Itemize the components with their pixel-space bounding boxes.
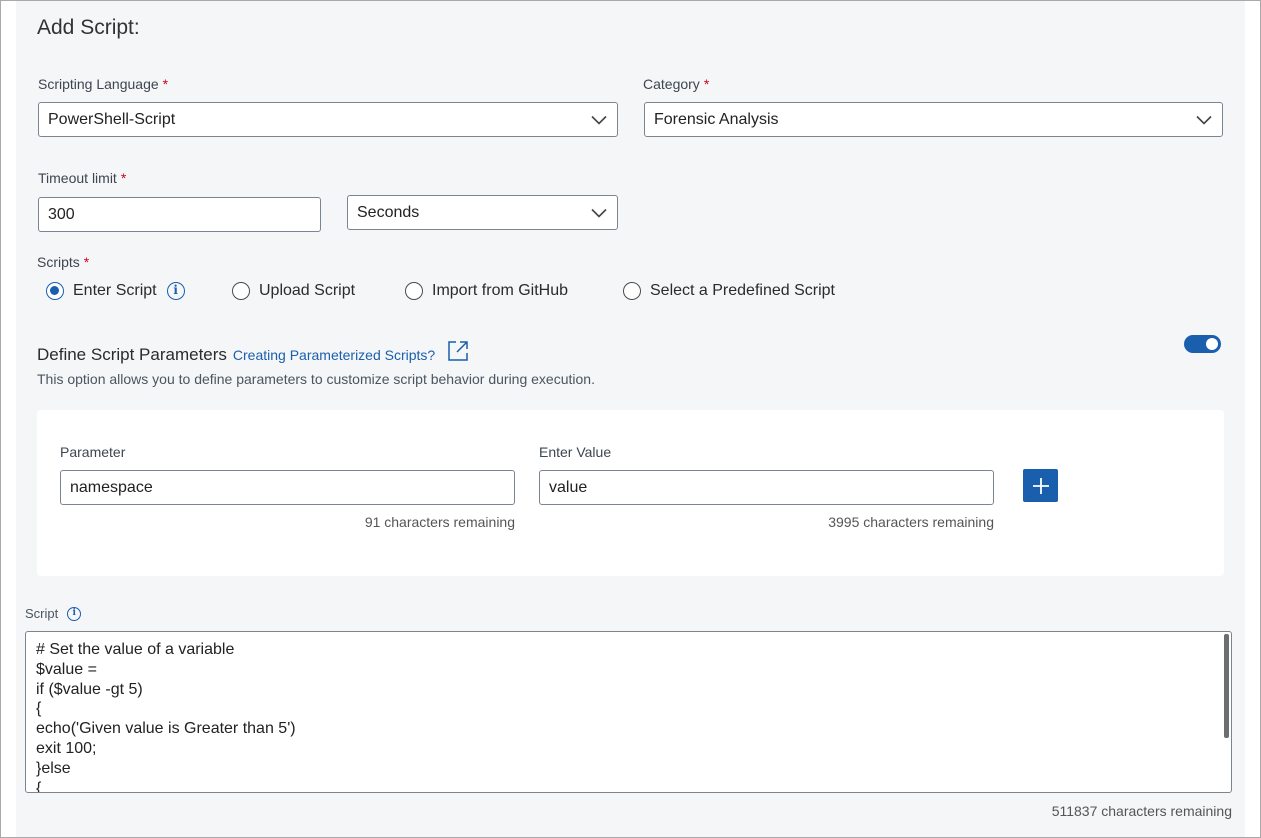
script-line: echo('Given value is Greater than 5')	[36, 720, 296, 738]
parameter-input-value: namespace	[70, 478, 153, 496]
radio-button[interactable]	[623, 282, 641, 300]
radio-predefined-script[interactable]: Select a Predefined Script	[623, 282, 835, 300]
define-params-title: Define Script Parameters	[37, 345, 227, 364]
timeout-input[interactable]: 300	[38, 197, 321, 232]
language-label: Scripting Language *	[38, 76, 169, 92]
parameter-input[interactable]: namespace	[60, 470, 515, 505]
script-line: if ($value -gt 5)	[36, 680, 143, 698]
scripts-label: Scripts *	[37, 254, 90, 270]
radio-button[interactable]	[232, 282, 250, 300]
category-label: Category *	[643, 76, 710, 92]
category-select[interactable]: Forensic Analysis	[644, 102, 1223, 137]
radio-import-github[interactable]: Import from GitHub	[405, 282, 568, 300]
info-icon[interactable]: i	[67, 606, 82, 621]
define-params-toggle[interactable]	[1184, 335, 1221, 353]
info-icon[interactable]: i	[166, 282, 185, 300]
radio-upload-script[interactable]: Upload Script	[232, 282, 355, 300]
external-link-icon[interactable]	[447, 340, 469, 362]
define-params-description: This option allows you to define paramet…	[37, 371, 595, 387]
chevron-down-icon	[591, 115, 607, 125]
plus-icon	[1032, 477, 1049, 494]
script-line: exit 100;	[36, 739, 97, 757]
script-line: # Set the value of a variable	[36, 641, 235, 658]
timeout-label: Timeout limit *	[38, 170, 127, 186]
category-select-value: Forensic Analysis	[654, 110, 779, 128]
script-line: {	[36, 779, 42, 793]
chevron-down-icon	[1196, 115, 1212, 125]
enter-value-label: Enter Value	[539, 444, 612, 460]
parameterized-scripts-link[interactable]: Creating Parameterized Scripts?	[233, 347, 435, 363]
timeout-input-value: 300	[48, 205, 75, 223]
script-line: $value =	[36, 660, 97, 678]
enter-value-input-value: value	[549, 478, 588, 496]
script-editor[interactable]: # Set the value of a variable $value = i…	[25, 631, 1232, 793]
radio-button-checked[interactable]	[46, 282, 64, 300]
script-label-row: Script i	[25, 606, 82, 621]
chevron-down-icon	[591, 208, 607, 218]
language-select-value: PowerShell-Script	[48, 110, 176, 128]
timeout-unit-select[interactable]: Seconds	[347, 195, 618, 230]
radio-enter-script[interactable]: Enter Script i	[46, 282, 185, 300]
parameter-remaining: 91 characters remaining	[364, 514, 515, 530]
enter-value-remaining: 3995 characters remaining	[828, 514, 994, 530]
define-params-header: Define Script Parameters Creating Parame…	[37, 345, 435, 365]
language-select[interactable]: PowerShell-Script	[38, 102, 618, 137]
script-label: Script	[25, 606, 59, 621]
radio-button[interactable]	[405, 282, 423, 300]
script-line: {	[36, 700, 42, 718]
toggle-knob	[1206, 338, 1218, 350]
script-scrollbar[interactable]	[1224, 634, 1229, 738]
page-title: Add Script:	[37, 16, 140, 39]
add-parameter-button[interactable]	[1023, 469, 1058, 502]
enter-value-input[interactable]: value	[539, 470, 994, 505]
parameter-label: Parameter	[60, 444, 126, 460]
script-line: }else	[36, 759, 71, 777]
timeout-unit-value: Seconds	[357, 203, 420, 221]
script-remaining: 511837 characters remaining	[1051, 803, 1232, 819]
